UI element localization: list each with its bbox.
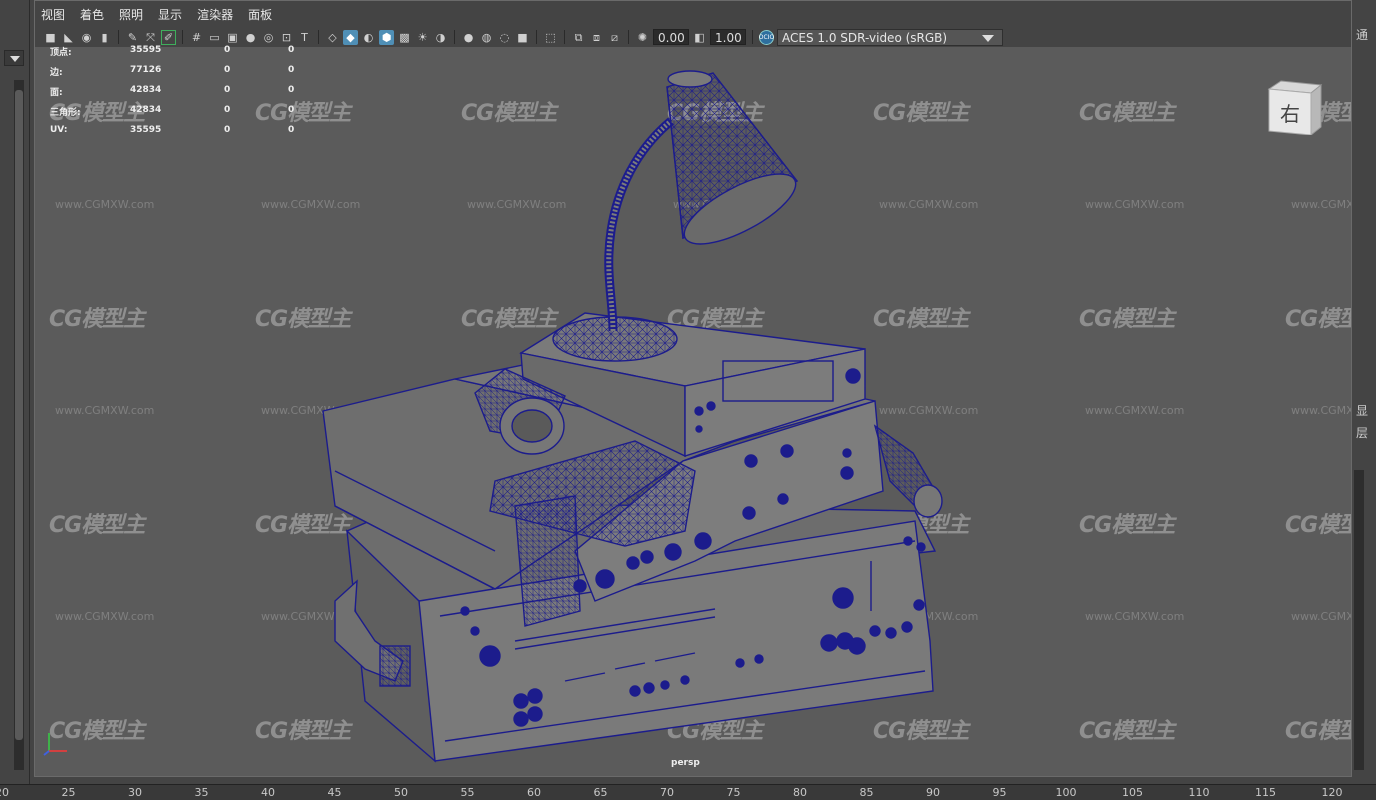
panel-dropdown-button[interactable] — [4, 50, 24, 66]
ruler-tick-label: 55 — [460, 786, 475, 799]
ruler-tick-label: 20 — [0, 786, 9, 799]
right-panel-label-1: 显 — [1356, 404, 1369, 418]
camera-name-label: persp — [671, 758, 700, 768]
ruler-tick-label: 105 — [1122, 786, 1143, 799]
view-cube-label: 右 — [1280, 102, 1300, 126]
ruler-tick-label: 80 — [793, 786, 807, 799]
ruler-tick-label: 100 — [1055, 786, 1077, 799]
ruler-tick-label: 45 — [327, 786, 342, 799]
ruler-tick-label: 90 — [926, 786, 940, 799]
ruler-tick-label: 50 — [394, 786, 408, 799]
persp-viewport[interactable]: 视图 着色 照明 显示 渲染器 面板 ■ ◣ ◉ ▮ ✎ ⤧ ✐ # ▭ ▣ ●… — [34, 0, 1352, 777]
left-panel-strip — [0, 0, 30, 784]
ruler-tick-label: 40 — [261, 786, 275, 799]
ruler-tick-label: 115 — [1255, 786, 1276, 799]
ruler-tick-label: 30 — [128, 786, 142, 799]
ruler-tick-label: 35 — [194, 786, 209, 799]
side-tube[interactable] — [873, 424, 943, 518]
ruler-tick-label: 65 — [593, 786, 608, 799]
hud-row-triangles: 三角形: 42834 0 0 — [50, 105, 295, 118]
view-cube[interactable]: 右 — [1267, 79, 1323, 135]
ruler-tick-label: 120 — [1321, 786, 1343, 799]
ruler-tick-label: 110 — [1188, 786, 1210, 799]
maya-app: 通 显 层 视图 着色 照明 显示 渲染器 面板 ■ ◣ ◉ ▮ ✎ ⤧ ✐ #… — [0, 0, 1376, 800]
time-slider-ruler[interactable]: 20 25 30 35 40 45 50 55 60 65 70 75 80 85 90 95 100 105 11… — [0, 784, 1376, 800]
poly-count-hud: 顶点: 35595 0 0 边: 77126 0 0 面: 42834 0 0 三角形: 42834… — [50, 45, 310, 145]
right-scrollbar[interactable] — [1354, 470, 1364, 770]
right-panel-strip: 通 显 层 — [1352, 0, 1376, 784]
ruler-tick-label: 95 — [992, 786, 1007, 799]
right-panel-tab[interactable]: 通 — [1356, 26, 1368, 43]
hud-row-edges: 边: 77126 0 0 — [50, 65, 295, 78]
left-scrollbar-thumb[interactable] — [15, 90, 23, 740]
hud-row-uvs: UV: 35595 0 0 — [50, 125, 295, 135]
left-scrollbar[interactable] — [14, 80, 24, 770]
hud-row-vertices: 顶点: 35595 0 0 — [50, 45, 295, 58]
ruler-tick-label: 75 — [726, 786, 741, 799]
right-panel-label-2: 层 — [1356, 426, 1369, 440]
ruler-tick-label: 60 — [527, 786, 541, 799]
ruler-tick-label: 70 — [660, 786, 674, 799]
ruler-tick-label: 85 — [859, 786, 874, 799]
ruler-tick-label: 25 — [61, 786, 76, 799]
axis-gizmo — [43, 733, 67, 756]
hud-row-faces: 面: 42834 0 0 — [50, 85, 295, 98]
